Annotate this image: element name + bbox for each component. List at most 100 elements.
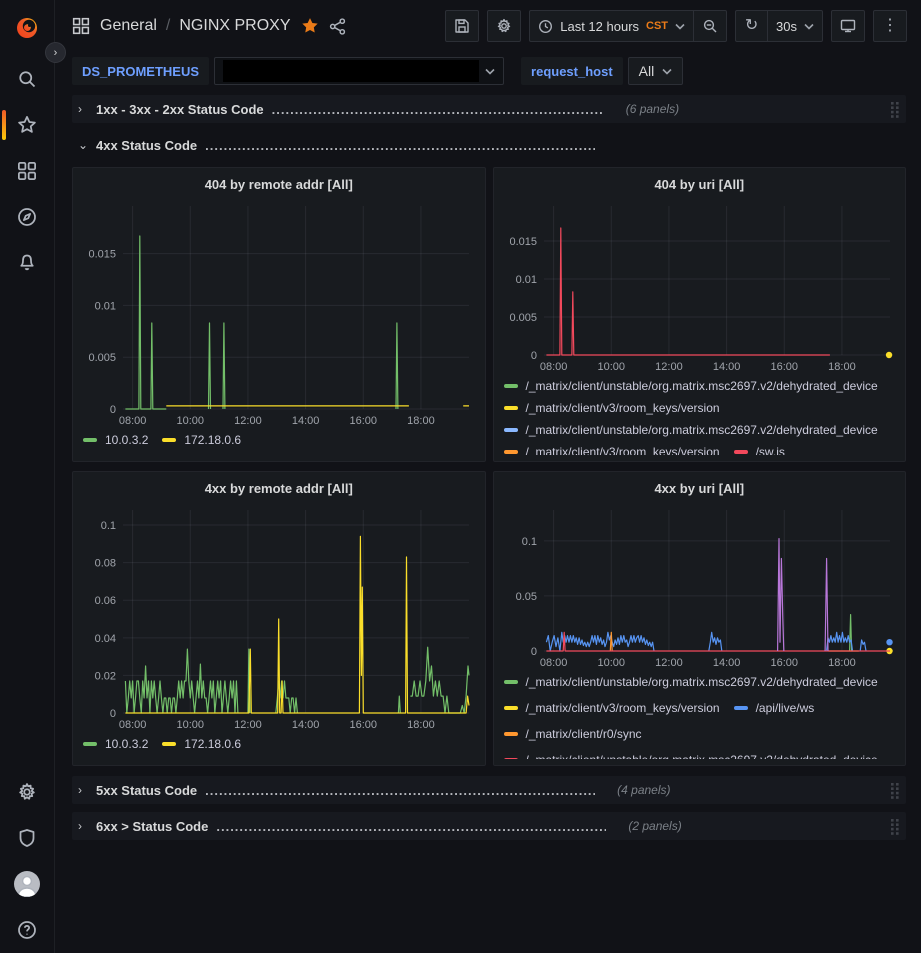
svg-text:0.005: 0.005 xyxy=(88,352,116,364)
dashboards-grid-icon xyxy=(17,161,37,181)
refresh-interval-picker[interactable]: 30s xyxy=(767,10,823,42)
legend-item[interactable]: /_matrix/client/unstable/org.matrix.msc2… xyxy=(504,423,878,437)
sidebar-item-search[interactable] xyxy=(0,56,55,102)
chart-plot[interactable]: 00.050.108:0010:0012:0014:0016:0018:00 xyxy=(502,502,898,671)
chevron-right-icon: › xyxy=(78,819,88,833)
active-section-indicator xyxy=(2,110,6,140)
sidebar-item-profile[interactable] xyxy=(0,861,55,907)
legend-item[interactable]: /_matrix/client/unstable/org.matrix.msc2… xyxy=(504,753,878,759)
sidebar-item-alerting[interactable] xyxy=(0,240,55,286)
legend-item[interactable]: /_matrix/client/unstable/org.matrix.msc2… xyxy=(504,675,878,689)
panel-title[interactable]: 4xx by uri [All] xyxy=(502,478,898,502)
panel-grid: 404 by remote addr [All] 00.0050.010.015… xyxy=(72,167,906,766)
row-title-dots: ........................................… xyxy=(205,138,595,153)
breadcrumb-folder[interactable]: General xyxy=(100,17,157,35)
svg-text:0: 0 xyxy=(110,708,116,720)
row-6xx-status-code[interactable]: › 6xx > Status Code ....................… xyxy=(72,812,906,840)
svg-text:0: 0 xyxy=(530,350,536,362)
dashboard-settings-button[interactable] xyxy=(487,10,521,42)
row-title: 5xx Status Code xyxy=(96,783,197,798)
row-1xx-3xx-2xx-status-code[interactable]: › 1xx - 3xx - 2xx Status Code ..........… xyxy=(72,95,906,123)
panel-title[interactable]: 4xx by remote addr [All] xyxy=(81,478,477,502)
svg-text:14:00: 14:00 xyxy=(292,719,320,731)
breadcrumb-separator: / xyxy=(166,17,170,35)
row-title-dots: ........................................… xyxy=(272,102,604,117)
variable-label-request-host[interactable]: request_host xyxy=(521,57,623,85)
sidebar-item-configuration[interactable] xyxy=(0,769,55,815)
chevron-right-icon: › xyxy=(78,783,88,797)
legend-swatch xyxy=(504,758,518,759)
svg-text:10:00: 10:00 xyxy=(177,719,205,731)
bell-icon xyxy=(17,253,37,273)
time-range-picker[interactable]: Last 12 hours CST xyxy=(529,10,693,42)
legend-swatch xyxy=(504,450,518,454)
legend-item[interactable]: /_matrix/client/unstable/org.matrix.msc2… xyxy=(504,379,878,393)
svg-text:0.015: 0.015 xyxy=(88,249,116,261)
legend-label: 10.0.3.2 xyxy=(105,433,148,447)
save-dashboard-button[interactable] xyxy=(445,10,479,42)
variable-value-ds-prometheus[interactable] xyxy=(214,57,504,85)
row-title-dots: ........................................… xyxy=(216,819,606,834)
legend-swatch xyxy=(83,742,97,746)
breadcrumb-dashboard-title[interactable]: NGINX PROXY xyxy=(179,17,290,35)
svg-text:16:00: 16:00 xyxy=(350,415,378,427)
legend-swatch xyxy=(504,732,518,736)
variable-label-ds-prometheus[interactable]: DS_PROMETHEUS xyxy=(72,57,209,85)
toolbar-actions: Last 12 hours CST ↻ 30s xyxy=(445,10,907,42)
legend-item[interactable]: /_matrix/client/v3/room_keys/version xyxy=(504,401,720,415)
panel-title[interactable]: 404 by uri [All] xyxy=(502,174,898,198)
legend-label: /_matrix/client/unstable/org.matrix.msc2… xyxy=(526,753,878,759)
legend-label: /_matrix/client/v3/room_keys/version xyxy=(526,445,720,455)
timezone-label: CST xyxy=(646,20,668,32)
favorite-star-icon[interactable] xyxy=(301,17,319,35)
sidebar-item-starred[interactable] xyxy=(0,102,55,148)
chart-plot[interactable]: 00.0050.010.01508:0010:0012:0014:0016:00… xyxy=(81,198,477,429)
search-minus-icon xyxy=(702,18,718,34)
variable-value-request-host[interactable]: All xyxy=(628,57,684,85)
chart-plot[interactable]: 00.020.040.060.080.108:0010:0012:0014:00… xyxy=(81,502,477,733)
chart-plot[interactable]: 00.0050.010.01508:0010:0012:0014:0016:00… xyxy=(502,198,898,375)
legend-item[interactable]: 172.18.0.6 xyxy=(162,737,241,751)
legend-swatch xyxy=(504,680,518,684)
sidebar-item-server-admin[interactable] xyxy=(0,815,55,861)
svg-text:14:00: 14:00 xyxy=(712,657,740,669)
panel-title[interactable]: 404 by remote addr [All] xyxy=(81,174,477,198)
svg-text:0.06: 0.06 xyxy=(95,595,116,607)
svg-text:0.005: 0.005 xyxy=(509,312,537,324)
refresh-interval-label: 30s xyxy=(776,19,797,34)
dashboard-content: › 1xx - 3xx - 2xx Status Code ..........… xyxy=(55,90,921,953)
row-panel-count: (4 panels) xyxy=(617,783,670,797)
cycle-view-mode-button[interactable] xyxy=(831,10,865,42)
legend-item[interactable]: /_matrix/client/r0/sync xyxy=(504,727,642,741)
breadcrumb: General / NGINX PROXY xyxy=(100,17,291,35)
sidebar-item-dashboards[interactable] xyxy=(0,148,55,194)
row-4xx-status-code[interactable]: ⌄ 4xx Status Code ......................… xyxy=(72,131,906,159)
save-icon xyxy=(454,18,470,34)
legend-item[interactable]: 172.18.0.6 xyxy=(162,433,241,447)
legend-item[interactable]: 10.0.3.2 xyxy=(83,433,148,447)
row-drag-handle[interactable] xyxy=(890,782,900,799)
row-drag-handle[interactable] xyxy=(890,101,900,118)
svg-text:10:00: 10:00 xyxy=(597,657,625,669)
legend-item[interactable]: /sw.js xyxy=(734,445,785,455)
row-5xx-status-code[interactable]: › 5xx Status Code ......................… xyxy=(72,776,906,804)
legend-item[interactable]: /_matrix/client/v3/room_keys/version xyxy=(504,445,720,455)
share-icon[interactable] xyxy=(329,18,346,35)
refresh-button[interactable]: ↻ xyxy=(735,10,767,42)
time-series-chart: 00.050.108:0010:0012:0014:0016:0018:00 xyxy=(502,502,898,671)
gear-icon xyxy=(496,18,512,34)
legend-item[interactable]: 10.0.3.2 xyxy=(83,737,148,751)
zoom-out-time-button[interactable] xyxy=(693,10,727,42)
sidebar-item-help[interactable] xyxy=(0,907,55,953)
more-options-kebab-button[interactable]: ⋮ xyxy=(873,10,907,42)
sidebar-expand-button[interactable]: › xyxy=(45,42,66,63)
legend-item[interactable]: /api/live/ws xyxy=(734,701,815,715)
legend-swatch xyxy=(504,384,518,388)
svg-text:10:00: 10:00 xyxy=(177,415,205,427)
row-drag-handle[interactable] xyxy=(890,818,900,835)
row-title-dots: ........................................… xyxy=(205,783,595,798)
legend-item[interactable]: /_matrix/client/v3/room_keys/version xyxy=(504,701,720,715)
sidebar-item-explore[interactable] xyxy=(0,194,55,240)
variables-bar: DS_PROMETHEUS request_host All xyxy=(55,52,921,90)
svg-text:0.05: 0.05 xyxy=(515,591,536,603)
